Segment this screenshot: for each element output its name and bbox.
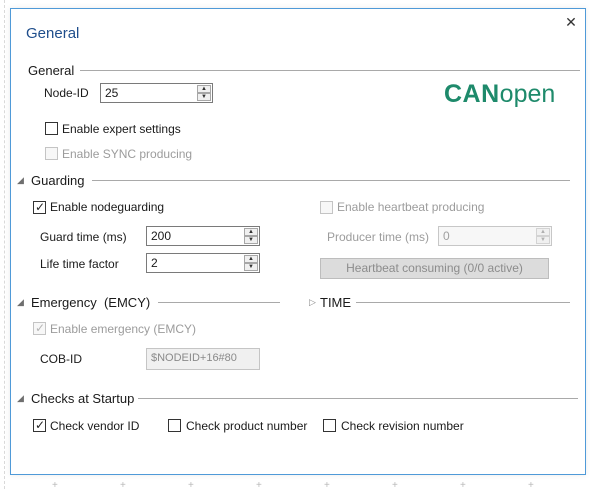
grid-marker: +: [528, 480, 534, 491]
enable-heartbeat-checkbox: [320, 201, 333, 214]
guard-time-stepper[interactable]: ▲ ▼: [146, 226, 260, 246]
checks-divider: [138, 398, 578, 399]
stepper-up-icon[interactable]: ▲: [244, 255, 258, 263]
enable-sync-label: Enable SYNC producing: [62, 147, 193, 161]
background-grid-line: [4, 0, 5, 489]
life-time-factor-label: Life time factor: [40, 257, 119, 271]
time-section-title[interactable]: TIME: [320, 295, 351, 310]
cob-id-field: $NODEID+16#80: [146, 348, 260, 370]
emergency-section-title[interactable]: Emergency (EMCY): [31, 295, 150, 310]
checks-section-title[interactable]: Checks at Startup: [31, 391, 134, 406]
grid-marker: +: [392, 480, 398, 491]
enable-expert-label[interactable]: Enable expert settings: [62, 122, 181, 136]
general-divider: [80, 70, 580, 71]
node-id-label: Node-ID: [44, 86, 89, 100]
checkmark-icon: ✓: [35, 321, 46, 335]
checkmark-icon: ✓: [35, 200, 46, 214]
stepper-up-icon: ▲: [536, 228, 550, 236]
check-product-number-label[interactable]: Check product number: [186, 419, 307, 433]
collapse-triangle-icon[interactable]: ◢: [17, 175, 24, 186]
check-vendor-id-label[interactable]: Check vendor ID: [50, 419, 139, 433]
grid-marker: +: [52, 480, 58, 491]
enable-nodeguarding-checkbox[interactable]: ✓: [33, 200, 46, 214]
producer-time-input: [439, 227, 535, 245]
grid-marker: +: [324, 480, 330, 491]
grid-marker: +: [460, 480, 466, 491]
checkmark-icon: ✓: [35, 418, 46, 432]
logo-open-text: open: [499, 80, 556, 108]
node-id-stepper[interactable]: ▲ ▼: [100, 83, 213, 103]
enable-emcy-checkbox: ✓: [33, 321, 46, 335]
enable-expert-checkbox[interactable]: [45, 122, 58, 135]
stepper-up-icon[interactable]: ▲: [244, 228, 258, 236]
check-revision-number-label[interactable]: Check revision number: [341, 419, 464, 433]
emergency-divider: [158, 302, 280, 303]
stepper-up-icon[interactable]: ▲: [197, 85, 211, 93]
life-time-factor-stepper[interactable]: ▲ ▼: [146, 253, 260, 273]
check-revision-number-checkbox[interactable]: [323, 419, 336, 432]
grid-marker: +: [256, 480, 262, 491]
guarding-section-title[interactable]: Guarding: [31, 173, 84, 188]
node-id-input[interactable]: [101, 84, 196, 102]
stepper-down-icon: ▼: [536, 236, 550, 244]
expand-triangle-icon[interactable]: ▷: [309, 297, 316, 308]
producer-time-label: Producer time (ms): [327, 230, 430, 244]
producer-time-stepper: ▲ ▼: [438, 226, 552, 246]
stepper-down-icon[interactable]: ▼: [244, 236, 258, 244]
cob-id-label: COB-ID: [40, 352, 82, 366]
enable-sync-checkbox: [45, 147, 58, 160]
life-time-factor-input[interactable]: [147, 254, 243, 272]
guarding-divider: [92, 180, 570, 181]
enable-heartbeat-label: Enable heartbeat producing: [337, 200, 485, 214]
canopen-logo: CANopen: [444, 80, 555, 109]
enable-nodeguarding-label[interactable]: Enable nodeguarding: [50, 200, 164, 214]
grid-marker: +: [120, 480, 126, 491]
close-button[interactable]: ✕: [564, 14, 578, 30]
guard-time-input[interactable]: [147, 227, 243, 245]
check-vendor-id-checkbox[interactable]: ✓: [33, 418, 46, 432]
guard-time-label: Guard time (ms): [40, 230, 127, 244]
logo-can-text: CAN: [444, 80, 500, 108]
stepper-down-icon[interactable]: ▼: [244, 263, 258, 271]
time-divider: [356, 302, 570, 303]
enable-emcy-label: Enable emergency (EMCY): [50, 322, 197, 336]
collapse-triangle-icon[interactable]: ◢: [17, 297, 24, 308]
dialog-title: General: [26, 25, 80, 42]
general-section-title: General: [28, 63, 75, 78]
collapse-triangle-icon[interactable]: ◢: [17, 393, 24, 404]
grid-marker: +: [188, 480, 194, 491]
stepper-down-icon[interactable]: ▼: [197, 93, 211, 101]
heartbeat-consuming-button: Heartbeat consuming (0/0 active): [320, 258, 549, 279]
check-product-number-checkbox[interactable]: [168, 419, 181, 432]
